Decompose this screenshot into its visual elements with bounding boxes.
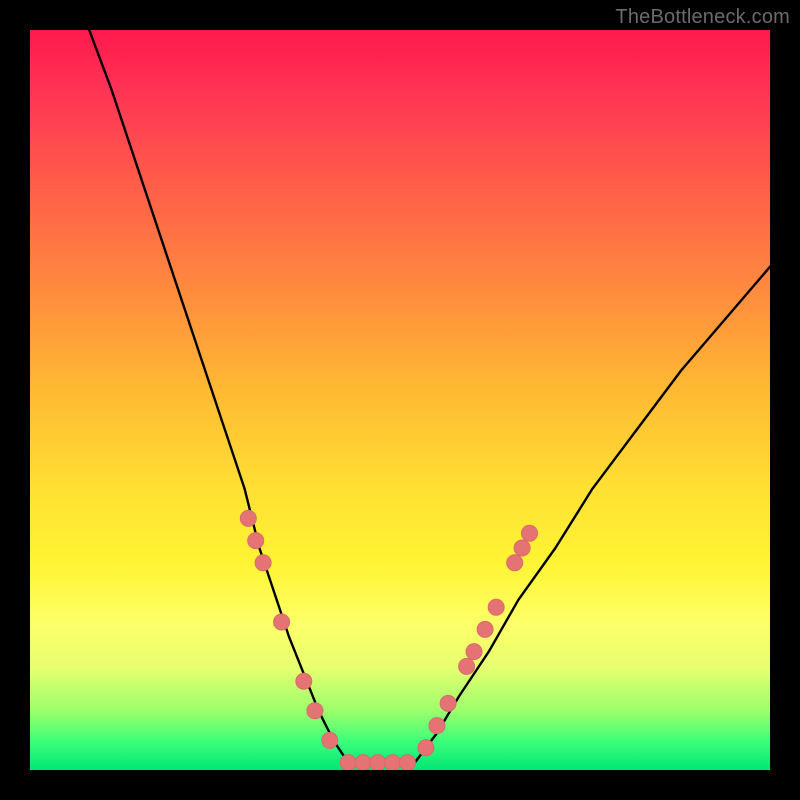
data-point xyxy=(322,732,338,748)
chart-stage: TheBottleneck.com xyxy=(0,0,800,800)
data-point xyxy=(440,695,456,711)
bottleneck-curve xyxy=(89,30,770,763)
data-point xyxy=(240,510,256,526)
data-point xyxy=(385,755,401,770)
data-point xyxy=(248,533,264,549)
chart-svg xyxy=(30,30,770,770)
data-point xyxy=(522,525,538,541)
data-point xyxy=(507,555,523,571)
data-point xyxy=(418,740,434,756)
plot-area xyxy=(30,30,770,770)
data-point xyxy=(340,755,356,770)
data-markers xyxy=(240,510,537,770)
data-point xyxy=(370,755,386,770)
data-point xyxy=(307,703,323,719)
data-point xyxy=(514,540,530,556)
data-point xyxy=(296,673,312,689)
data-point xyxy=(399,755,415,770)
watermark-text: TheBottleneck.com xyxy=(615,6,790,29)
data-point xyxy=(274,614,290,630)
data-point xyxy=(459,658,475,674)
curve-line xyxy=(89,30,770,763)
data-point xyxy=(488,599,504,615)
data-point xyxy=(355,755,371,770)
data-point xyxy=(429,718,445,734)
data-point xyxy=(255,555,271,571)
data-point xyxy=(466,644,482,660)
data-point xyxy=(477,621,493,637)
